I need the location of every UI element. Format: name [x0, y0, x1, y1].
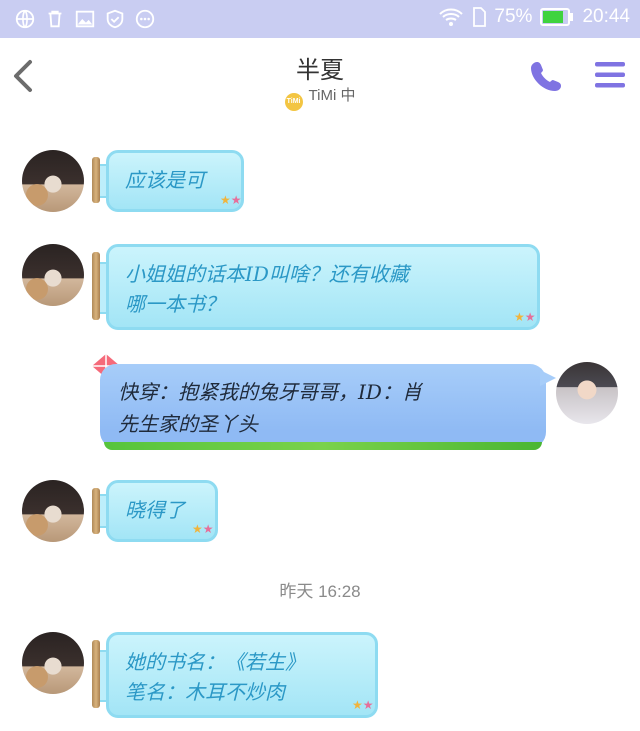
menu-icon	[595, 62, 625, 88]
chat-header: 半夏 TiMi TiMi 中	[0, 38, 640, 112]
message-text: 晓得了	[125, 498, 185, 522]
bottle-cork	[92, 488, 100, 534]
contact-avatar[interactable]	[22, 244, 84, 306]
timi-badge: TiMi	[284, 93, 303, 111]
trash-icon	[44, 8, 66, 30]
image-icon	[74, 8, 96, 30]
tail-icon	[540, 370, 556, 386]
timestamp: 昨天 16:28	[279, 582, 361, 601]
bottle-cork	[92, 157, 100, 203]
message-bubble-mine[interactable]: 快穿：抱紧我的兔牙哥哥，ID：肖 先生家的圣丫头	[100, 364, 546, 448]
message-text: 应该是可	[125, 168, 205, 192]
shield-icon	[104, 8, 126, 30]
contact-avatar[interactable]	[22, 632, 84, 694]
contact-avatar[interactable]	[22, 150, 84, 212]
contact-status: TiMi 中	[308, 87, 356, 104]
wifi-icon	[438, 6, 464, 28]
grass-decoration	[104, 442, 542, 450]
globe-icon	[14, 8, 36, 30]
message-text-line: 快穿：抱紧我的兔牙哥哥，ID：肖	[118, 380, 422, 404]
status-icons-right: 75% 20:44	[438, 6, 630, 28]
menu-button[interactable]	[594, 60, 626, 90]
message-text-line: 小姐姐的话本ID叫啥？还有收藏	[125, 262, 409, 286]
battery-icon	[540, 8, 574, 26]
message-text-line: 哪一本书？	[125, 292, 225, 316]
message-text-line: 先生家的圣丫头	[118, 412, 258, 436]
status-bar: 75% 20:44	[0, 0, 640, 38]
bottle-cork	[92, 252, 100, 320]
bear-icon	[26, 278, 48, 300]
clock: 20:44	[582, 6, 630, 27]
stars-decoration: ★★	[352, 698, 374, 712]
bear-icon	[26, 666, 48, 688]
my-avatar[interactable]	[556, 362, 618, 424]
message-text-line: 她的书名：《若生》	[125, 650, 305, 674]
message-text-line: 笔名：木耳不炒肉	[125, 680, 285, 704]
message-bubble[interactable]: 她的书名：《若生》 笔名：木耳不炒肉	[106, 632, 378, 718]
message-bubble[interactable]: 小姐姐的话本ID叫啥？还有收藏 哪一本书？	[106, 244, 540, 330]
bear-icon	[26, 184, 48, 206]
stars-decoration: ★★	[192, 522, 214, 536]
more-icon	[134, 8, 156, 30]
battery-percentage: 75%	[494, 6, 533, 27]
bottle-cork	[92, 640, 100, 708]
phone-icon	[531, 62, 561, 91]
stars-decoration: ★★	[220, 193, 242, 207]
call-button[interactable]	[528, 58, 564, 94]
sim-icon	[472, 7, 487, 27]
stars-decoration: ★★	[514, 310, 536, 324]
bear-icon	[26, 514, 48, 536]
status-icons-left	[14, 8, 156, 30]
contact-avatar[interactable]	[22, 480, 84, 542]
